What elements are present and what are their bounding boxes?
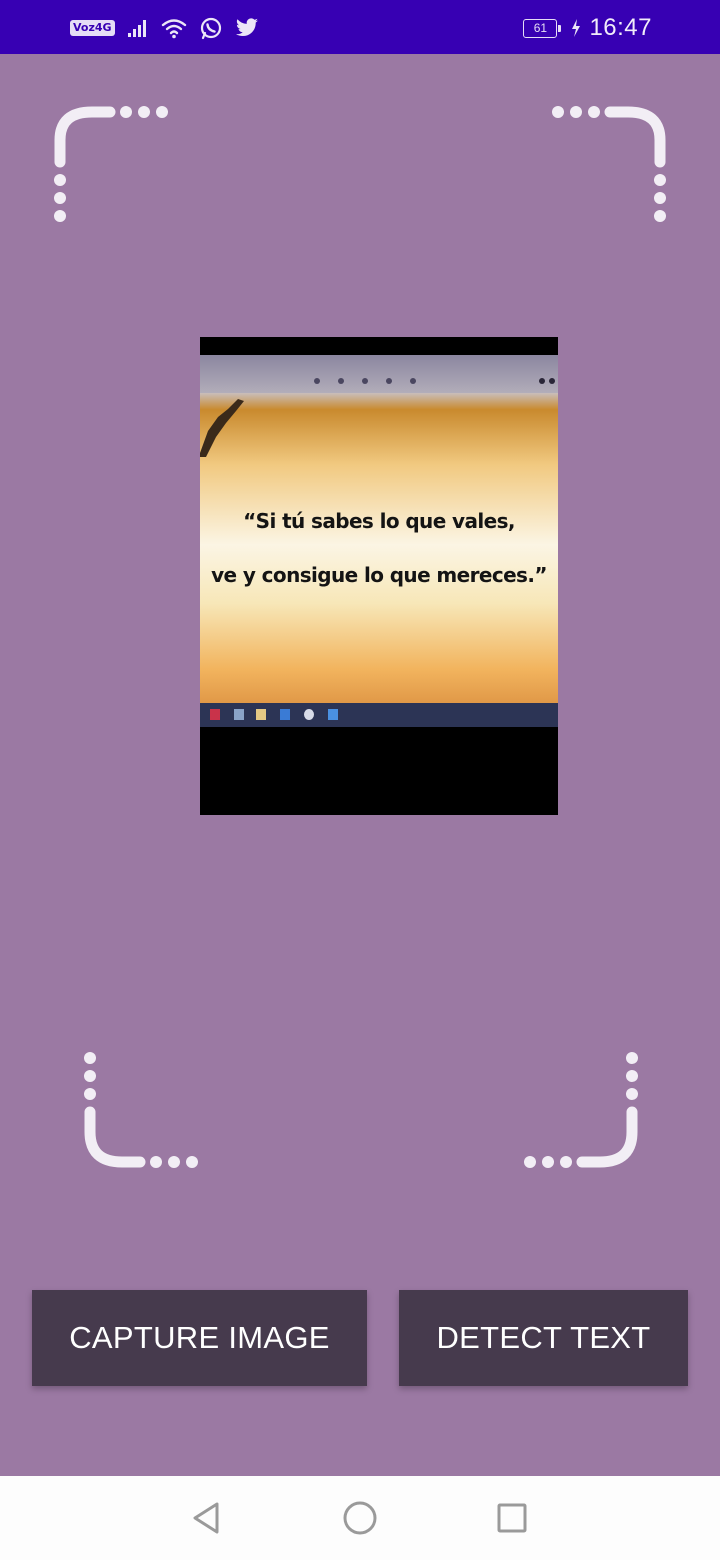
photo-monitor-screen xyxy=(200,355,558,720)
photo-taskbar xyxy=(200,703,558,727)
corner-top-left xyxy=(54,106,168,222)
home-icon xyxy=(343,1501,377,1535)
home-button[interactable] xyxy=(318,1476,402,1560)
status-time: 16:47 xyxy=(589,14,652,41)
recents-icon xyxy=(497,1503,527,1533)
status-left-icons: Voz4G xyxy=(70,14,259,42)
capture-image-button[interactable]: CAPTURE IMAGE xyxy=(32,1290,367,1386)
battery-level: 61 xyxy=(533,20,548,35)
corner-top-right xyxy=(552,106,666,222)
navigation-bar xyxy=(0,1476,720,1560)
quote-line-2: ve y consigue lo que mereces.” xyxy=(211,563,547,587)
battery-icon: 61 xyxy=(523,18,562,38)
wifi-icon xyxy=(161,19,186,39)
photo-silhouette xyxy=(200,399,244,457)
whatsapp-icon xyxy=(200,17,221,40)
charging-icon xyxy=(572,19,581,37)
status-bar: Voz4G 61 16:47 xyxy=(0,0,720,54)
detect-text-button[interactable]: DETECT TEXT xyxy=(399,1290,688,1386)
volte-icon: Voz4G xyxy=(70,20,115,36)
quote-line-1: “Si tú sabes lo que vales, xyxy=(243,509,515,533)
recents-button[interactable] xyxy=(470,1476,554,1560)
back-icon xyxy=(193,1502,219,1534)
signal-icon xyxy=(127,20,146,37)
back-button[interactable] xyxy=(164,1476,248,1560)
photo-window-toolbar xyxy=(200,355,558,393)
status-right-icons: 61 16:47 xyxy=(523,14,652,42)
captured-image-preview: “Si tú sabes lo que vales, ve y consigue… xyxy=(200,337,558,815)
corner-bottom-right xyxy=(524,1052,638,1168)
twitter-icon xyxy=(235,18,258,37)
corner-bottom-left xyxy=(84,1052,198,1168)
